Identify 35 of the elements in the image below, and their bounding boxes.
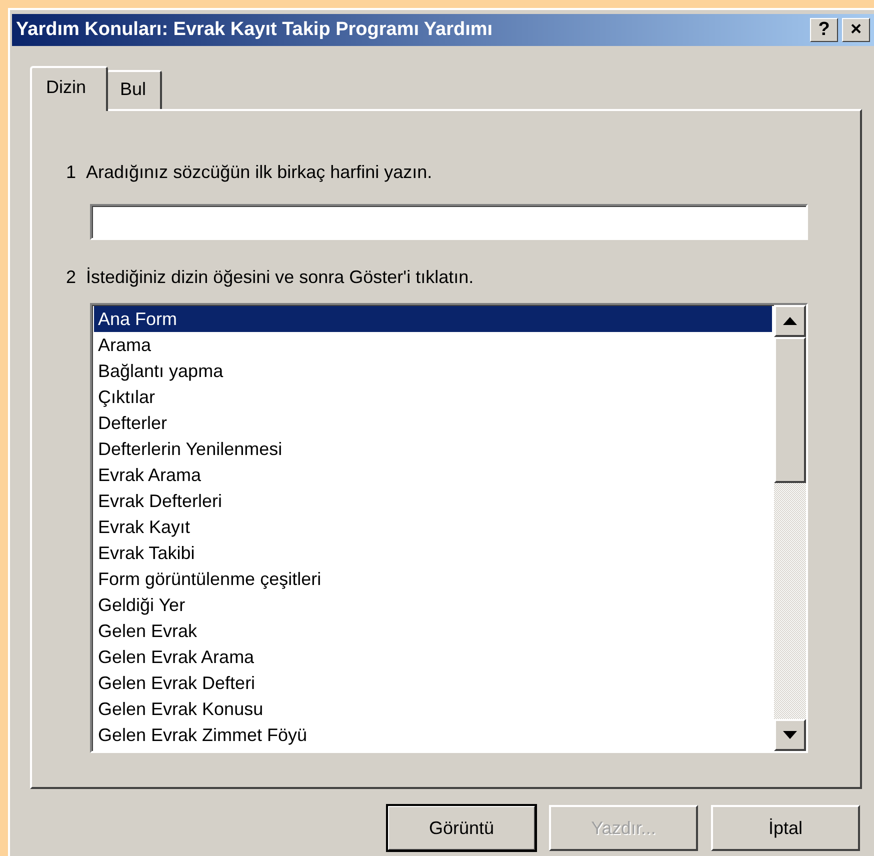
instruction-text: İstediğiniz dizin öğesini ve sonra Göster'i tıklatın. <box>86 266 474 289</box>
list-item[interactable]: Form görüntülenme çeşitleri <box>94 566 772 592</box>
tab[interactable]: Bul <box>106 70 162 109</box>
search-field[interactable] <box>90 204 808 240</box>
scroll-down-button[interactable] <box>774 719 806 751</box>
list-item[interactable]: Bağlantı yapma <box>94 358 772 384</box>
close-button[interactable]: × <box>842 18 870 42</box>
scroll-up-button[interactable] <box>774 305 806 337</box>
instruction-text: Aradığınız sözcüğün ilk birkaç harfini yazın. <box>86 161 432 184</box>
list-item[interactable]: Gelen Evrak Defteri <box>94 670 772 696</box>
list-item[interactable]: Gelen Evrak Arama <box>94 644 772 670</box>
tab[interactable]: Dizin <box>30 66 108 111</box>
list-item[interactable]: Geldiği Yer <box>94 592 772 618</box>
list-item[interactable]: Evrak Takibi <box>94 540 772 566</box>
step-number: 1 <box>66 161 76 184</box>
list-item[interactable]: Çıktılar <box>94 384 772 410</box>
dialog-button[interactable]: Görüntü <box>387 805 536 851</box>
down-arrow-icon <box>783 731 797 739</box>
list-item[interactable]: Gelen Evrak <box>94 618 772 644</box>
list-item[interactable]: Defterler <box>94 410 772 436</box>
list-item[interactable]: Evrak Kayıt <box>94 514 772 540</box>
help-button[interactable]: ? <box>810 18 838 42</box>
dialog-button[interactable]: İptal <box>711 805 860 851</box>
list-item[interactable]: Ana Form <box>94 306 772 332</box>
list-item[interactable]: Gelen Evrak Zimmet Föyü <box>94 722 772 748</box>
up-arrow-icon <box>783 317 797 325</box>
list-item[interactable]: Defterlerin Yenilenmesi <box>94 436 772 462</box>
scroll-thumb[interactable] <box>774 337 806 483</box>
list-item[interactable]: Evrak Arama <box>94 462 772 488</box>
list-item[interactable]: Evrak Defterleri <box>94 488 772 514</box>
scrollbar[interactable] <box>774 305 806 751</box>
step-number: 2 <box>66 266 76 289</box>
window-title: Yardım Konuları: Evrak Kayıt Takip Programı Yardımı <box>16 18 494 42</box>
list-item[interactable]: Arama <box>94 332 772 358</box>
list-item[interactable]: Gelen Evrak Konusu <box>94 696 772 722</box>
